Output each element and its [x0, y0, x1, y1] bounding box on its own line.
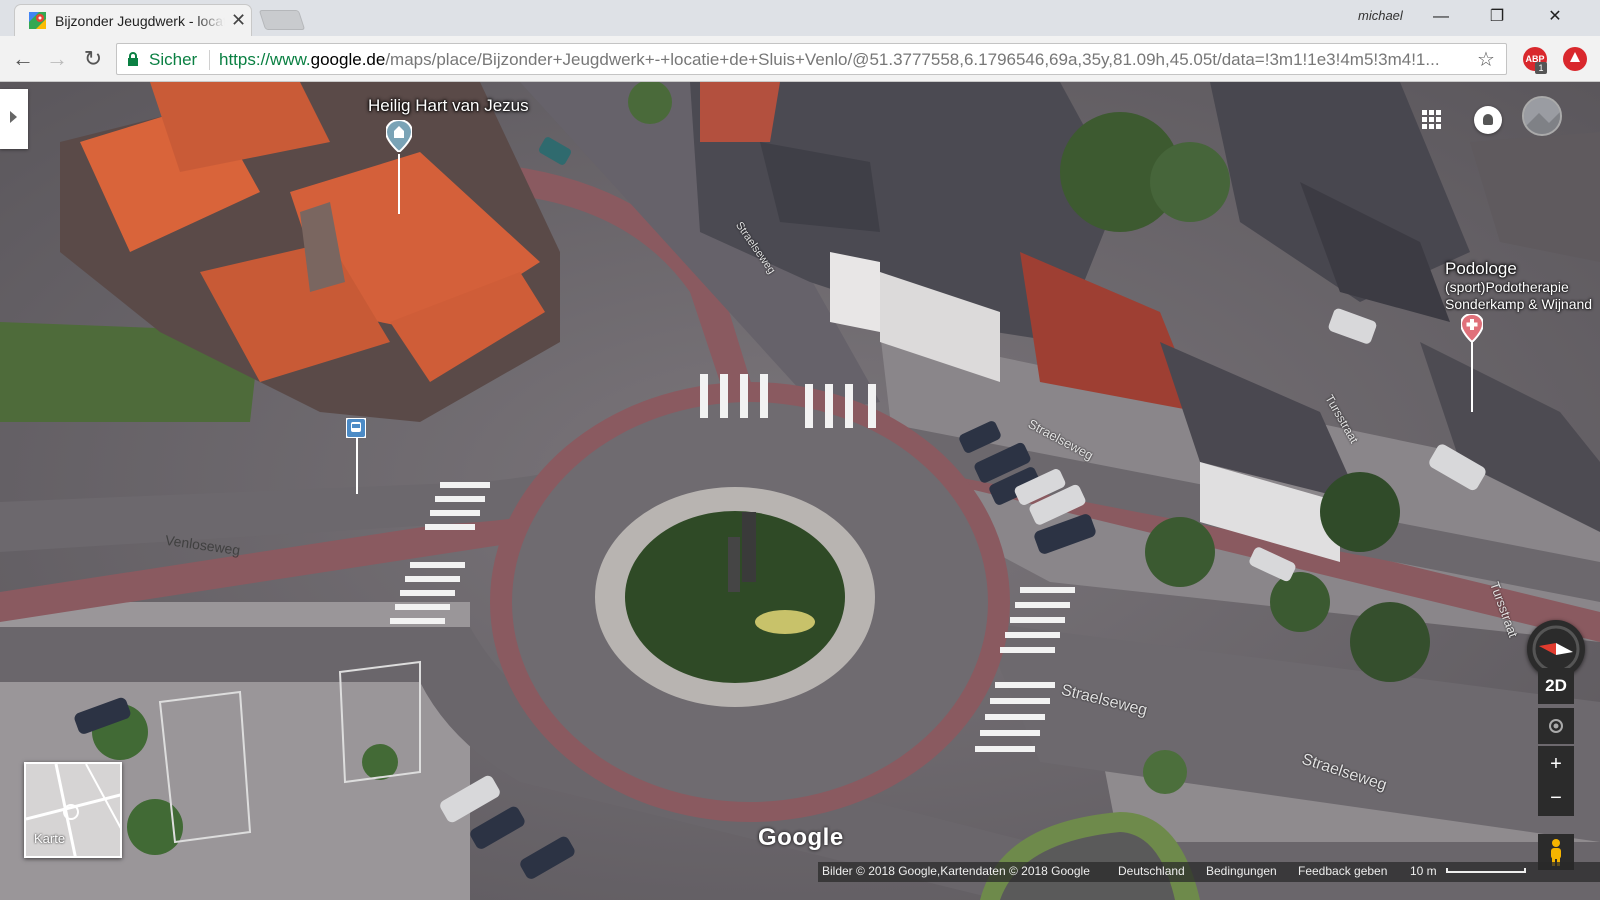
tilt-2d-button[interactable]: 2D — [1538, 668, 1574, 704]
profile-name[interactable]: michael — [1358, 8, 1403, 23]
bus-stop-icon[interactable] — [346, 418, 366, 438]
adblock-badge: 1 — [1535, 62, 1547, 74]
chevron-right-icon — [10, 111, 17, 123]
place-sublabel-2: Sonderkamp & Wijnand — [1445, 296, 1593, 312]
minimap-label: Karte — [34, 831, 66, 846]
browser-tab[interactable]: Bijzonder Jeugdwerk - locatie de Sluis -… — [14, 4, 252, 36]
minimize-button[interactable]: — — [1418, 2, 1464, 32]
scale-label[interactable]: 10 m — [1410, 864, 1437, 878]
forward-button[interactable]: → — [42, 44, 72, 74]
medical-pin-stem — [1471, 342, 1473, 412]
secure-label: Sicher — [149, 50, 198, 69]
zoom-out-button[interactable]: − — [1538, 780, 1574, 816]
minimap-toggle[interactable]: Karte — [24, 762, 122, 858]
close-window-button[interactable]: ✕ — [1532, 2, 1578, 32]
apps-grid-icon[interactable] — [1422, 110, 1442, 130]
url-domain: google.de — [310, 50, 386, 69]
country-link[interactable]: Deutschland — [1118, 864, 1185, 878]
url-text[interactable]: https://www.google.de/maps/place/Bijzond… — [219, 50, 1459, 70]
place-sublabel-1: (sport)Podotherapie — [1445, 279, 1569, 295]
church-pin-icon[interactable] — [386, 120, 412, 152]
sidebar-toggle-button[interactable] — [0, 89, 28, 149]
reload-button[interactable]: ↻ — [78, 44, 108, 74]
extension-icon[interactable] — [1563, 47, 1587, 71]
new-tab-button[interactable] — [258, 10, 306, 30]
maximize-button[interactable]: ❐ — [1474, 2, 1520, 32]
back-button[interactable]: ← — [8, 44, 38, 74]
imagery-attribution: Bilder © 2018 Google,Kartendaten © 2018 … — [822, 864, 1090, 878]
terms-link[interactable]: Bedingungen — [1206, 864, 1277, 878]
notifications-bell-icon[interactable] — [1474, 106, 1502, 134]
bookmark-star-icon[interactable]: ☆ — [1477, 47, 1495, 72]
location-crosshair-icon — [1549, 719, 1563, 733]
my-location-button[interactable] — [1538, 708, 1574, 744]
lock-icon — [128, 52, 138, 66]
tab-title: Bijzonder Jeugdwerk - locatie de Sluis -… — [55, 13, 225, 29]
omnibox-divider — [209, 50, 210, 70]
feedback-link[interactable]: Feedback geben — [1298, 864, 1387, 878]
url-scheme: https://www. — [219, 50, 311, 69]
bus-pin-stem — [356, 438, 358, 494]
map-footer: Bilder © 2018 Google,Kartendaten © 2018 … — [818, 862, 1600, 882]
address-bar[interactable]: Sicher https://www.google.de/maps/place/… — [116, 43, 1507, 75]
scale-bar — [1446, 868, 1526, 873]
google-maps-icon — [29, 12, 46, 29]
map-canvas[interactable]: Heilig Hart van Jezus Podologe (sport)Po… — [0, 82, 1600, 900]
zoom-in-button[interactable]: + — [1538, 746, 1574, 782]
tab-bar: Bijzonder Jeugdwerk - locatie de Sluis -… — [0, 0, 1600, 36]
medical-pin-icon[interactable] — [1461, 314, 1483, 342]
browser-toolbar: ← → ↻ Sicher https://www.google.de/maps/… — [0, 36, 1600, 82]
place-label-church[interactable]: Heilig Hart van Jezus — [368, 96, 529, 116]
account-avatar[interactable] — [1522, 96, 1562, 136]
google-logo: Google — [758, 824, 844, 851]
tab-close-icon[interactable]: ✕ — [231, 10, 246, 30]
pin-stem — [398, 154, 400, 214]
url-path: /maps/place/Bijzonder+Jeugdwerk+-+locati… — [385, 50, 1440, 69]
place-label-podologe[interactable]: Podologe — [1445, 259, 1517, 279]
